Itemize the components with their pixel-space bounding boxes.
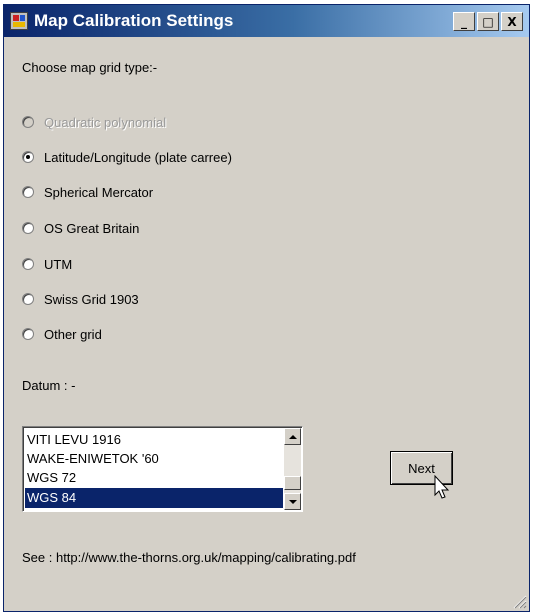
datum-listbox[interactable]: VITI LEVU 1916 WAKE-ENIWETOK '60 WGS 72 … bbox=[22, 426, 303, 512]
scroll-down-button[interactable] bbox=[284, 493, 301, 510]
radio-button[interactable] bbox=[22, 328, 34, 340]
up-arrow-icon bbox=[288, 434, 297, 439]
list-item[interactable]: WGS 72 bbox=[25, 468, 283, 488]
minimize-button[interactable]: _ bbox=[453, 12, 475, 31]
maximize-button[interactable]: □ bbox=[477, 12, 499, 31]
window-title: Map Calibration Settings bbox=[34, 11, 234, 30]
list-scrollbar[interactable] bbox=[284, 428, 301, 510]
radio-quadratic-polynomial[interactable]: Quadratic polynomial bbox=[22, 112, 166, 132]
window-controls: _ □ X bbox=[453, 12, 523, 32]
title-bar[interactable]: Map Calibration Settings _ □ X bbox=[4, 5, 529, 37]
radio-label: Swiss Grid 1903 bbox=[44, 291, 139, 307]
radio-button[interactable] bbox=[22, 151, 34, 163]
see-link-text: See : http://www.the-thorns.org.uk/mappi… bbox=[22, 550, 356, 565]
radio-other-grid[interactable]: Other grid bbox=[22, 324, 102, 344]
radio-button[interactable] bbox=[22, 116, 34, 128]
radio-button[interactable] bbox=[22, 293, 34, 305]
radio-label: OS Great Britain bbox=[44, 220, 140, 236]
resize-grip-icon[interactable] bbox=[511, 593, 527, 609]
radio-label: UTM bbox=[44, 256, 73, 272]
radio-utm[interactable]: UTM bbox=[22, 254, 72, 274]
scroll-thumb[interactable] bbox=[284, 476, 301, 490]
down-arrow-icon bbox=[288, 499, 297, 504]
maximize-icon: □ bbox=[482, 14, 494, 29]
scroll-up-button[interactable] bbox=[284, 428, 301, 445]
list-item[interactable]: WAKE-ENIWETOK '60 bbox=[25, 449, 283, 469]
mouse-cursor-icon bbox=[434, 475, 450, 499]
radio-os-great-britain[interactable]: OS Great Britain bbox=[22, 218, 139, 238]
list-item[interactable]: VITI LEVU 1916 bbox=[25, 430, 283, 450]
app-icon bbox=[10, 12, 28, 30]
radio-spherical-mercator[interactable]: Spherical Mercator bbox=[22, 182, 153, 202]
close-icon: X bbox=[507, 14, 517, 29]
radio-label: Other grid bbox=[44, 326, 102, 342]
radio-label: Latitude/Longitude (plate carree) bbox=[44, 149, 232, 165]
minimize-icon: _ bbox=[461, 14, 467, 29]
radio-button[interactable] bbox=[22, 186, 34, 198]
radio-swiss-grid-1903[interactable]: Swiss Grid 1903 bbox=[22, 289, 139, 309]
grid-type-label: Choose map grid type:- bbox=[22, 60, 158, 75]
list-item-selected[interactable]: WGS 84 bbox=[25, 488, 283, 508]
radio-label: Spherical Mercator bbox=[44, 184, 154, 200]
close-button[interactable]: X bbox=[501, 12, 523, 31]
radio-button[interactable] bbox=[22, 258, 34, 270]
datum-label: Datum : - bbox=[22, 378, 76, 393]
calibration-window: Map Calibration Settings _ □ X Choose ma… bbox=[3, 4, 530, 612]
radio-latitude-longitude[interactable]: Latitude/Longitude (plate carree) bbox=[22, 147, 232, 167]
radio-button[interactable] bbox=[22, 222, 34, 234]
radio-label: Quadratic polynomial bbox=[44, 114, 167, 130]
